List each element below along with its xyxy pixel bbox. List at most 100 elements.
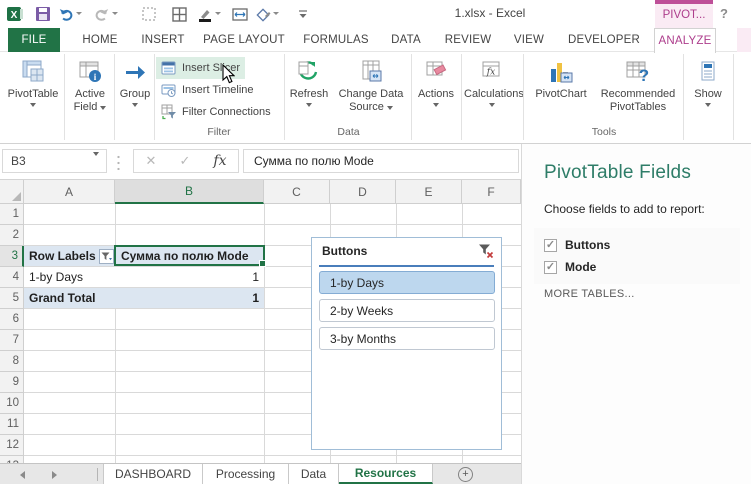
formula-bar-splitter[interactable] xyxy=(117,154,120,170)
col-header-e[interactable]: E xyxy=(396,180,462,204)
field-row-mode[interactable]: ✓ Mode xyxy=(534,256,740,278)
sheet-tab-processing[interactable]: Processing xyxy=(203,464,289,484)
row-header-13[interactable]: 13 xyxy=(0,456,24,463)
slicer-header-divider xyxy=(319,265,494,267)
pivotchart-icon xyxy=(528,54,594,88)
tab-developer[interactable]: DEVELOPER xyxy=(558,28,650,52)
row-header-12[interactable]: 12 xyxy=(0,435,24,456)
cancel-icon[interactable]: ✕ xyxy=(146,153,157,169)
enter-icon[interactable]: ✓ xyxy=(179,153,190,169)
cell-a3[interactable]: Row Labels xyxy=(24,246,115,267)
cell-b4[interactable]: 1 xyxy=(115,267,264,288)
cell-b5[interactable]: 1 xyxy=(115,288,264,309)
formula-input[interactable]: Сумма по полю Mode xyxy=(243,149,519,173)
tab-data[interactable]: DATA xyxy=(380,28,432,52)
show-button[interactable]: Show xyxy=(687,54,729,140)
tab-review[interactable]: REVIEW xyxy=(436,28,500,52)
row-header-11[interactable]: 11 xyxy=(0,414,24,435)
undo-dropdown[interactable] xyxy=(76,12,82,18)
fill-handle[interactable] xyxy=(259,260,266,267)
col-header-b[interactable]: B xyxy=(115,180,264,204)
contextual-tab-shading xyxy=(737,28,751,52)
sheet-nav-left-icon[interactable] xyxy=(20,471,25,479)
draw-border-icon[interactable] xyxy=(196,5,222,23)
data-group-label: Data xyxy=(287,126,410,138)
tab-insert[interactable]: INSERT xyxy=(134,28,192,52)
col-header-d[interactable]: D xyxy=(330,180,396,204)
sheet-tab-resources[interactable]: Resources xyxy=(339,464,433,484)
new-sheet-button[interactable]: + xyxy=(458,467,473,482)
slicer-item-by-months[interactable]: 3-by Months xyxy=(319,327,495,350)
svg-text:fx: fx xyxy=(486,68,495,78)
select-all-corner[interactable] xyxy=(0,180,24,204)
customize-qat-icon[interactable] xyxy=(294,5,312,23)
contextual-accent-bar xyxy=(655,0,713,4)
tab-page-layout[interactable]: PAGE LAYOUT xyxy=(196,28,292,52)
insert-timeline-button[interactable]: Insert Timeline xyxy=(156,79,259,101)
active-field-button[interactable]: i Active Field xyxy=(67,54,113,140)
column-width-icon[interactable] xyxy=(231,5,249,23)
pivottable-button[interactable]: PivotTable xyxy=(4,54,62,140)
slicer-item-by-days[interactable]: 1-by Days xyxy=(319,271,495,294)
selection-mode-icon[interactable] xyxy=(140,5,158,23)
actions-icon xyxy=(414,54,458,88)
clear-filter-icon[interactable] xyxy=(478,243,494,259)
calculations-button[interactable]: fx Calculations xyxy=(464,54,520,140)
row-header-8[interactable]: 8 xyxy=(0,351,24,372)
slicer-buttons[interactable]: Buttons 1-by Days 2-by Weeks 3-by Months xyxy=(311,237,502,450)
contextual-tab-group[interactable]: PIVOT... xyxy=(655,0,713,28)
actions-button[interactable]: Actions xyxy=(414,54,458,140)
buttons-checkbox[interactable]: ✓ xyxy=(544,239,557,252)
row-labels-filter-icon[interactable] xyxy=(99,249,114,264)
pivottable-fields-pane: PivotTable Fields Choose fields to add t… xyxy=(521,144,751,484)
row-header-1[interactable]: 1 xyxy=(0,204,24,225)
mode-checkbox[interactable]: ✓ xyxy=(544,261,557,274)
filter-group-label: Filter xyxy=(156,126,282,138)
row-header-2[interactable]: 2 xyxy=(0,225,24,246)
row-header-9[interactable]: 9 xyxy=(0,372,24,393)
insert-slicer-icon xyxy=(161,60,177,76)
row-header-5[interactable]: 5 xyxy=(0,288,24,309)
excel-window: X 1.xlsx - Excel PIV xyxy=(0,0,751,484)
refresh-icon xyxy=(287,54,331,88)
shape-edit-icon[interactable] xyxy=(254,5,280,23)
cell-a5[interactable]: Grand Total xyxy=(24,288,115,309)
recommended-pivottables-label: Recommended PivotTables xyxy=(596,88,680,114)
row-header-6[interactable]: 6 xyxy=(0,309,24,330)
cell-a4[interactable]: 1-by Days xyxy=(24,267,115,288)
save-icon[interactable] xyxy=(34,5,52,23)
tools-group-label: Tools xyxy=(528,126,680,138)
group-button[interactable]: Group xyxy=(117,54,153,140)
sheet-tab-dashboard[interactable]: DASHBOARD xyxy=(103,464,203,484)
row-header-4[interactable]: 4 xyxy=(0,267,24,288)
undo-icon[interactable] xyxy=(58,5,82,23)
row-header-10[interactable]: 10 xyxy=(0,393,24,414)
name-box-dropdown-icon[interactable] xyxy=(93,152,99,159)
tab-home[interactable]: HOME xyxy=(72,28,128,52)
cell-b3-selected[interactable]: Сумма по полю Mode xyxy=(114,245,265,266)
slicer-item-by-weeks[interactable]: 2-by Weeks xyxy=(319,299,495,322)
col-header-a[interactable]: A xyxy=(24,180,115,204)
row-header-7[interactable]: 7 xyxy=(0,330,24,351)
sheet-tab-data[interactable]: Data xyxy=(289,464,339,484)
window-grid-icon[interactable] xyxy=(170,5,188,23)
more-tables-link[interactable]: MORE TABLES... xyxy=(544,288,635,300)
tab-analyze[interactable]: ANALYZE xyxy=(654,28,716,53)
insert-function-icon[interactable]: fx xyxy=(213,153,226,169)
col-header-c[interactable]: C xyxy=(264,180,330,204)
filter-connections-button[interactable]: Filter Connections xyxy=(156,101,276,123)
col-header-f[interactable]: F xyxy=(462,180,521,204)
draw-border-dropdown[interactable] xyxy=(215,12,221,18)
field-row-buttons[interactable]: ✓ Buttons xyxy=(534,234,740,256)
show-icon xyxy=(687,54,729,88)
help-icon[interactable]: ? xyxy=(720,6,728,21)
row-header-3[interactable]: 3 xyxy=(0,246,24,267)
recommended-pivottables-icon: ? xyxy=(596,54,680,88)
tab-file[interactable]: FILE xyxy=(8,28,60,52)
change-data-source-icon xyxy=(332,54,410,88)
tab-view[interactable]: VIEW xyxy=(504,28,554,52)
sheet-nav-right-icon[interactable] xyxy=(52,471,57,479)
shape-edit-dropdown[interactable] xyxy=(273,12,279,18)
tab-formulas[interactable]: FORMULAS xyxy=(296,28,376,52)
name-box[interactable]: B3 xyxy=(2,149,107,173)
